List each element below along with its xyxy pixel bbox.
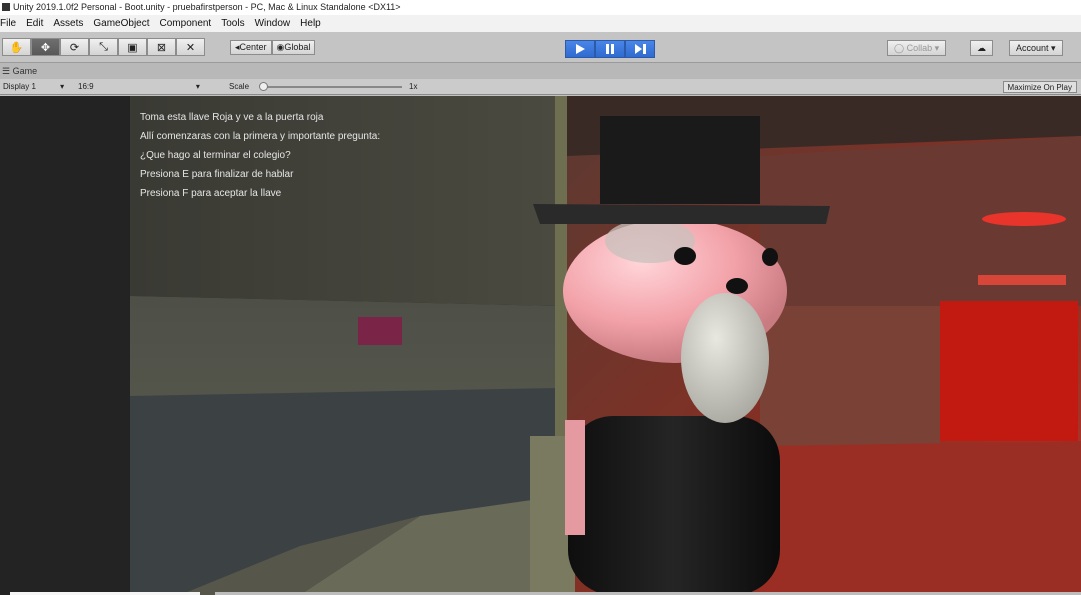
aspect-dropdown[interactable]: 16:9 ▾ xyxy=(75,81,203,93)
collab-button[interactable]: ◯ Collab ▾ xyxy=(887,40,947,56)
dialog-text: Toma esta llave Roja y ve a la puerta ro… xyxy=(140,108,380,203)
unity-logo-icon xyxy=(2,3,10,11)
display-label: Display 1 xyxy=(3,82,36,91)
transform-tool-button[interactable]: ⊠ xyxy=(147,38,176,56)
account-dropdown[interactable]: Account ▾ xyxy=(1009,40,1063,56)
dialog-line: Allí comenzaras con la primera y importa… xyxy=(140,131,381,142)
custom-tool-button[interactable]: ✕ xyxy=(176,38,205,56)
scale-label: Scale xyxy=(229,82,250,91)
pause-button[interactable] xyxy=(595,40,625,58)
editor-tab-bar: ☰ Game xyxy=(0,63,1081,79)
aspect-label: 16:9 xyxy=(78,82,94,91)
pivot-label: Center xyxy=(239,42,267,52)
dialog-line: Toma esta llave Roja y ve a la puerta ro… xyxy=(140,112,324,123)
window-title-bar: Unity 2019.1.0f2 Personal - Boot.unity -… xyxy=(0,0,1081,15)
account-tools: Account ▾ xyxy=(1009,40,1063,56)
transform-icon: ⊠ xyxy=(156,41,167,54)
account-label: Account xyxy=(1016,43,1049,53)
chevron-down-icon: ▾ xyxy=(195,82,200,91)
menu-bar: File Edit Assets GameObject Component Tools Wi… xyxy=(0,15,1081,32)
hand-tool-button[interactable]: ✋ xyxy=(2,38,31,56)
play-icon xyxy=(576,44,585,54)
collab-label: Collab xyxy=(906,43,933,53)
menu-gameobject[interactable]: GameObject xyxy=(88,15,154,32)
step-icon xyxy=(634,44,646,54)
main-toolbar: ✋ ✥ ⟳ ⤡ ▣ ⊠ ✕ ◂Center ◉Global ◯ Collab ▾… xyxy=(0,32,1081,63)
space-global-button[interactable]: ◉Global xyxy=(271,40,316,55)
menu-assets[interactable]: Assets xyxy=(48,15,88,32)
dialog-line: Presiona E para finalizar de hablar xyxy=(140,169,294,180)
scale-tool-button[interactable]: ⤡ xyxy=(89,38,118,56)
scale-slider-handle[interactable] xyxy=(259,82,268,91)
scale-icon: ⤡ xyxy=(99,40,108,53)
pause-icon xyxy=(606,44,614,54)
menu-tools[interactable]: Tools xyxy=(216,15,249,32)
dialog-line: ¿Que hago al terminar el colegio? xyxy=(140,150,291,161)
game-viewport[interactable]: Toma esta llave Roja y ve a la puerta ro… xyxy=(0,96,1081,595)
collab-icon: ◯ xyxy=(894,43,905,53)
hand-icon: ✋ xyxy=(9,41,24,54)
custom-tool-icon: ✕ xyxy=(185,41,196,54)
tab-game[interactable]: Game xyxy=(13,66,38,76)
right-tools: ◯ Collab ▾ xyxy=(887,40,947,56)
scale-value: 1x xyxy=(409,82,418,91)
cloud-button[interactable]: ☁ xyxy=(970,40,993,56)
pivot-toggles: ◂Center ◉Global xyxy=(230,40,316,55)
scale-slider-track[interactable] xyxy=(262,86,402,88)
transform-tools: ✋ ✥ ⟳ ⤡ ▣ ⊠ ✕ xyxy=(2,38,205,56)
window-title: Unity 2019.1.0f2 Personal - Boot.unity -… xyxy=(13,2,401,12)
playback-controls xyxy=(565,40,655,58)
chevron-down-icon: ▾ xyxy=(60,82,65,91)
menu-file[interactable]: File xyxy=(0,15,21,32)
display-dropdown[interactable]: Display 1 ▾ xyxy=(0,81,67,93)
step-button[interactable] xyxy=(625,40,655,58)
menu-edit[interactable]: Edit xyxy=(21,15,48,32)
maximize-on-play-button[interactable]: Maximize On Play xyxy=(1002,81,1077,93)
game-view-toolbar: Display 1 ▾ 16:9 ▾ Scale 1x Maximize On … xyxy=(0,79,1081,95)
move-icon: ✥ xyxy=(40,41,51,54)
dialog-line: Presiona F para aceptar la llave xyxy=(140,188,282,199)
cloud-icon: ☁ xyxy=(977,43,986,53)
game-view-icon: ☰ xyxy=(2,66,11,76)
move-tool-button[interactable]: ✥ xyxy=(31,38,60,56)
menu-component[interactable]: Component xyxy=(155,15,217,32)
menu-help[interactable]: Help xyxy=(295,15,326,32)
rotate-tool-button[interactable]: ⟳ xyxy=(60,38,89,56)
rect-tool-button[interactable]: ▣ xyxy=(118,38,147,56)
rotate-icon: ⟳ xyxy=(69,41,80,54)
menu-window[interactable]: Window xyxy=(250,15,296,32)
space-label: Global xyxy=(284,42,311,52)
play-button[interactable] xyxy=(565,40,595,58)
rect-icon: ▣ xyxy=(127,41,138,54)
pivot-center-button[interactable]: ◂Center xyxy=(230,40,272,55)
cloud-tools: ☁ xyxy=(970,40,993,56)
